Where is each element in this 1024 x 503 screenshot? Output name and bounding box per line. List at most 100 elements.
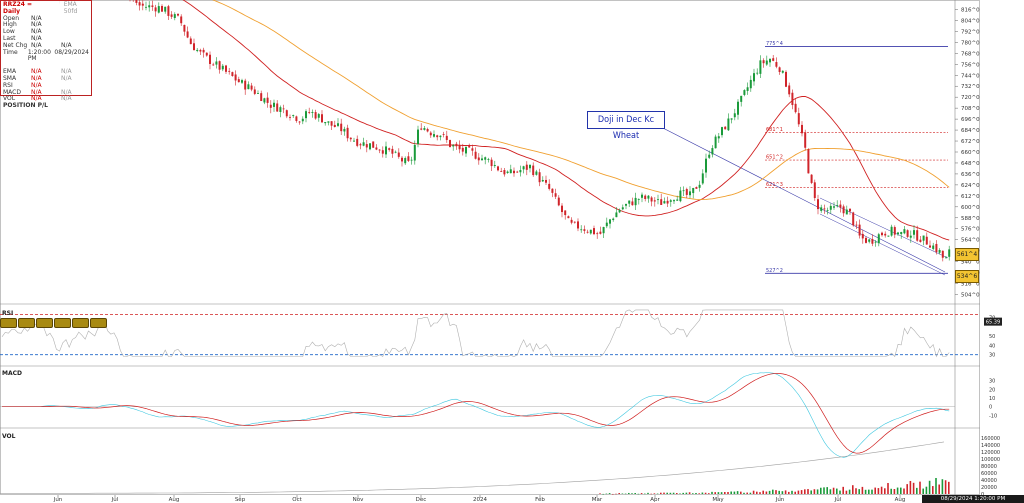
candle-body <box>833 206 835 208</box>
pill-button[interactable] <box>0 318 17 328</box>
candle-body <box>241 80 243 83</box>
pill-button[interactable] <box>36 318 53 328</box>
y-tick-label: 672^0 <box>961 139 980 145</box>
volume-bar <box>797 490 800 494</box>
macd-tick-label: 30 <box>989 379 995 385</box>
candle-body <box>877 234 880 244</box>
candle-body <box>250 85 253 90</box>
candle-body <box>564 210 567 216</box>
candle-body <box>769 58 771 63</box>
candle-body <box>567 216 570 219</box>
volume-bar <box>829 489 832 494</box>
candle-body <box>205 52 208 56</box>
ema-line <box>182 0 950 241</box>
pill-button[interactable] <box>90 318 107 328</box>
volume-bar <box>874 487 876 494</box>
pill-button[interactable] <box>18 318 35 328</box>
candle-body <box>669 200 672 202</box>
indicator-rows: EMA N/A N/A SMA N/A N/A RSI N/A MACD N/A N/A VOL N/A… <box>3 68 89 103</box>
vol-tick-label: 160000 <box>981 436 1000 442</box>
macd-tick-label: 0 <box>989 405 992 411</box>
lower-price-tag: 534^6 <box>955 270 979 283</box>
candle-body <box>407 156 410 161</box>
candle-body <box>388 148 391 150</box>
volume-bar <box>615 493 617 495</box>
volume-bar <box>618 493 620 494</box>
candle-body <box>225 65 227 72</box>
candle-body <box>858 224 861 236</box>
toolbar-pills[interactable] <box>0 318 108 328</box>
candle-body <box>637 198 640 200</box>
volume-bar <box>848 489 851 494</box>
candle-body <box>327 121 330 123</box>
candle-body <box>791 92 794 106</box>
candle-body <box>186 31 189 38</box>
candle-body <box>253 89 256 94</box>
candle-body <box>887 235 890 237</box>
volume-bar <box>800 490 803 494</box>
candle-body <box>273 102 275 107</box>
candle-body <box>269 104 272 108</box>
candles <box>59 0 951 262</box>
y-tick-label: 696^0 <box>961 117 980 123</box>
volume-bar <box>823 487 825 494</box>
info-row: MACD N/A N/A <box>3 89 89 97</box>
candle-body <box>503 170 506 175</box>
candle-body <box>445 135 448 140</box>
symbol-info-box[interactable]: RRZ24 = Daily EMA 50fd Open N/A High N/A Low N… <box>0 0 92 109</box>
volume-bar <box>637 493 640 495</box>
pill-button[interactable] <box>72 318 89 328</box>
volume-bar <box>759 492 761 494</box>
fib-label: 651^2 <box>766 155 783 161</box>
doji-annotation[interactable]: Doji in Dec Kc Wheat <box>587 111 665 141</box>
candle-body <box>788 85 791 95</box>
candle-body <box>506 171 509 174</box>
candle-body <box>839 204 842 208</box>
candle-body <box>733 113 736 118</box>
volume-bar <box>653 493 656 494</box>
y-tick-label: 576^0 <box>961 227 980 233</box>
volume-bar <box>772 489 774 494</box>
volume-bar <box>720 492 723 494</box>
volume-panel: 1600001400001200001000008000060000400002… <box>0 436 1000 498</box>
candle-body <box>305 111 307 119</box>
position-label: POSITION P/L <box>3 102 48 110</box>
candle-body <box>423 128 426 130</box>
candle-body <box>385 146 387 155</box>
pill-button[interactable] <box>54 318 71 328</box>
candle-body <box>922 235 925 241</box>
y-tick-label: 660^0 <box>961 150 980 156</box>
volume-bar <box>679 493 681 494</box>
y-tick-label: 612^0 <box>961 194 980 200</box>
volume-bar <box>944 480 947 494</box>
candle-body <box>180 16 183 24</box>
candle-body <box>705 158 707 173</box>
candle-body <box>919 239 922 242</box>
candle-body <box>522 166 525 170</box>
y-tick-label: 684^0 <box>961 128 980 134</box>
chart-grid <box>0 0 980 495</box>
candle-body <box>714 136 717 149</box>
candle-body <box>167 6 170 16</box>
candle-body <box>170 14 173 17</box>
volume-bar <box>935 477 937 494</box>
candle-body <box>826 210 829 211</box>
candle-body <box>369 143 371 150</box>
candle-body <box>871 239 874 244</box>
candle-body <box>935 243 938 253</box>
volume-bar <box>784 490 787 494</box>
candle-body <box>554 193 557 197</box>
candle-body <box>513 170 515 174</box>
candle-body <box>897 232 899 235</box>
candle-body <box>301 118 304 122</box>
candle-body <box>337 123 339 126</box>
volume-bar <box>928 480 931 494</box>
x-tick-label: Jul <box>834 497 842 503</box>
candle-body <box>599 231 602 234</box>
candle-body <box>548 183 551 189</box>
volume-bar <box>893 489 896 494</box>
candle-body <box>685 189 688 195</box>
candle-body <box>586 231 589 233</box>
candle-body <box>372 141 375 148</box>
volume-bar <box>608 493 611 494</box>
